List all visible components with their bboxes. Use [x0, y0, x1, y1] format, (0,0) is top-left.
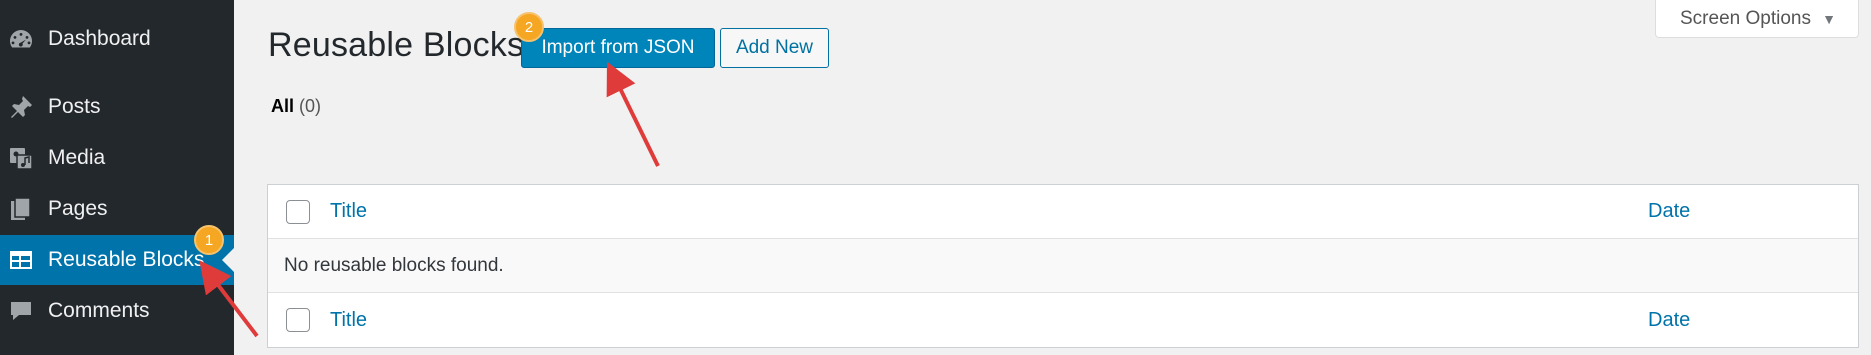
admin-sidebar: Dashboard Posts Media Pages Reusable Blo… — [0, 0, 234, 355]
sidebar-item-dashboard[interactable]: Dashboard — [0, 14, 234, 64]
active-indicator — [222, 248, 234, 272]
sidebar-item-label: Media — [48, 146, 106, 169]
sidebar-item-comments[interactable]: Comments — [0, 286, 234, 336]
column-date-sort-footer[interactable]: Date — [1648, 309, 1690, 332]
annotation-badge-2: 2 — [514, 12, 544, 42]
comment-icon — [8, 298, 34, 324]
screen-options-label: Screen Options — [1680, 7, 1811, 29]
sidebar-item-label: Comments — [48, 299, 150, 322]
screen-options-button[interactable]: Screen Options ▼ — [1655, 0, 1859, 38]
empty-message: No reusable blocks found. — [284, 254, 504, 276]
table-footer-row: Title Date — [268, 293, 1858, 347]
table-row: No reusable blocks found. — [268, 239, 1858, 293]
import-from-json-button[interactable]: Import from JSON — [521, 28, 715, 68]
sidebar-item-media[interactable]: Media — [0, 133, 234, 183]
sidebar-item-label: Reusable Blocks — [48, 248, 205, 271]
sidebar-item-posts[interactable]: Posts — [0, 82, 234, 132]
column-title-sort[interactable]: Title — [330, 200, 367, 223]
annotation-badge-1: 1 — [194, 225, 224, 255]
pin-icon — [8, 94, 34, 120]
column-title-sort-footer[interactable]: Title — [330, 309, 367, 332]
media-icon — [8, 145, 34, 171]
table-header-row: Title Date — [268, 185, 1858, 239]
sidebar-item-pages[interactable]: Pages — [0, 184, 234, 234]
sidebar-item-label: Dashboard — [48, 27, 151, 50]
add-new-button[interactable]: Add New — [720, 28, 829, 68]
filter-all-count: (0) — [299, 96, 322, 116]
page-title: Reusable Blocks — [268, 26, 525, 64]
reusable-blocks-table: Title Date No reusable blocks found. Tit… — [267, 184, 1859, 348]
annotation-arrow-2 — [606, 61, 660, 167]
pages-icon — [8, 196, 34, 222]
table-icon — [8, 247, 34, 273]
caret-down-icon: ▼ — [1822, 11, 1836, 27]
select-all-checkbox-footer[interactable] — [286, 308, 310, 332]
column-date-sort[interactable]: Date — [1648, 200, 1690, 223]
sidebar-item-label: Posts — [48, 95, 101, 118]
sidebar-item-label: Pages — [48, 197, 108, 220]
status-filter: All (0) — [271, 96, 321, 117]
select-all-checkbox[interactable] — [286, 199, 310, 224]
filter-all-link[interactable]: All — [271, 96, 294, 116]
dashboard-icon — [8, 26, 34, 52]
